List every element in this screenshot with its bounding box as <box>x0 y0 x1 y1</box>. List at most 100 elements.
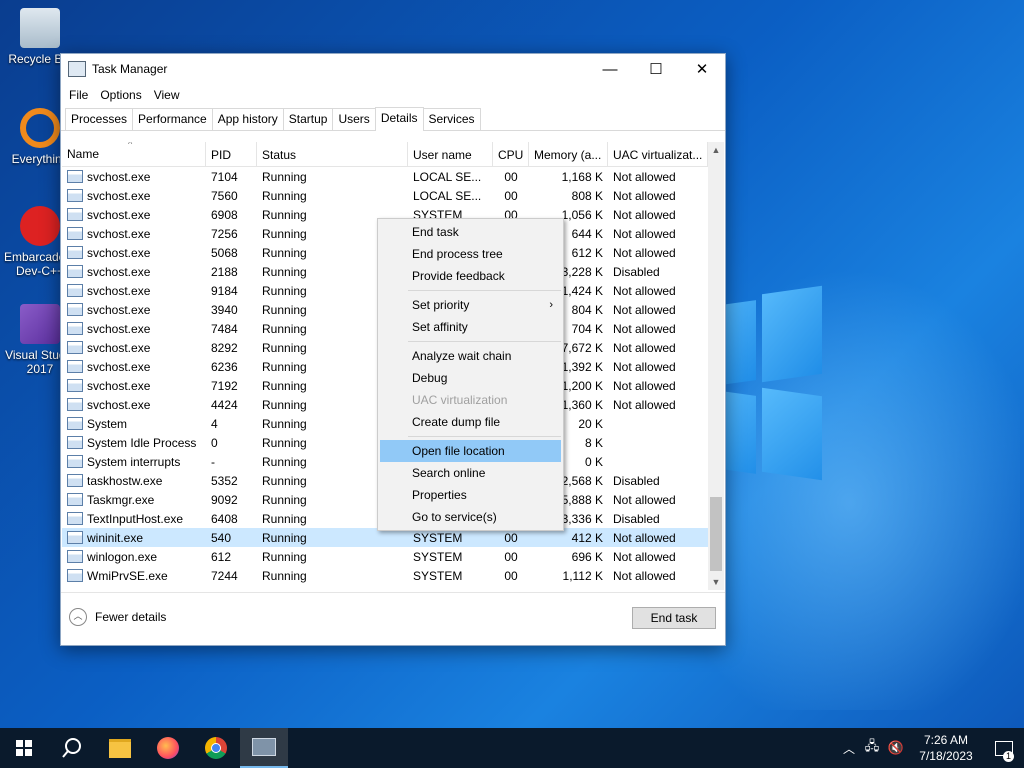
clock[interactable]: 7:26 AM 7/18/2023 <box>908 732 984 764</box>
context-menu-item[interactable]: Set affinity <box>378 316 563 338</box>
column-header-cpu[interactable]: CPU <box>493 142 529 166</box>
tab-performance[interactable]: Performance <box>132 108 213 130</box>
context-menu-item[interactable]: Create dump file <box>378 411 563 433</box>
tab-app-history[interactable]: App history <box>211 108 284 130</box>
context-menu-item[interactable]: Search online <box>378 462 563 484</box>
search-button[interactable] <box>48 728 96 768</box>
column-header-name[interactable]: Name ^ <box>62 142 206 166</box>
process-icon <box>67 569 83 582</box>
scrollbar-thumb[interactable] <box>710 497 722 571</box>
menu-separator <box>408 436 561 437</box>
taskbar-chrome[interactable] <box>192 728 240 768</box>
table-row[interactable]: WmiPrvSE.exe 7244 Running SYSTEM 00 1,112 K No… <box>62 566 723 585</box>
cell-name: WmiPrvSE.exe <box>62 569 206 583</box>
process-icon <box>67 246 83 259</box>
notification-count: 1 <box>1003 751 1014 762</box>
taskbar-file-explorer[interactable] <box>96 728 144 768</box>
cell-pid: 7560 <box>211 188 238 203</box>
context-menu-item[interactable]: Set priority › <box>378 294 563 316</box>
column-header-status[interactable]: Status <box>257 142 408 166</box>
cell-name: svchost.exe <box>62 208 206 222</box>
cell-cpu: 00 <box>504 568 518 583</box>
column-header-memory[interactable]: Memory (a... <box>529 142 608 166</box>
context-menu-item[interactable]: Analyze wait chain <box>378 345 563 367</box>
cell-user: LOCAL SE... <box>413 188 482 203</box>
process-icon <box>67 493 83 506</box>
scroll-up-icon[interactable]: ▲ <box>708 142 724 158</box>
table-row[interactable]: svchost.exe 7560 Running LOCAL SE... 00 808 K… <box>62 186 723 205</box>
context-menu-item[interactable]: Go to service(s) <box>378 506 563 528</box>
tab-services[interactable]: Services <box>422 108 481 130</box>
cell-pid: 2188 <box>211 264 238 279</box>
process-icon <box>67 170 83 183</box>
tab-startup[interactable]: Startup <box>282 108 334 130</box>
menu-view[interactable]: View <box>148 88 186 102</box>
menu-options[interactable]: Options <box>94 88 147 102</box>
close-button[interactable]: ✕ <box>679 54 725 84</box>
table-row[interactable]: svchost.exe 7104 Running LOCAL SE... 00 1,168… <box>62 167 723 186</box>
cell-name: wininit.exe <box>62 531 206 545</box>
context-menu-item[interactable]: Provide feedback <box>378 265 563 287</box>
cell-pid: 3940 <box>211 302 238 317</box>
cell-name: svchost.exe <box>62 360 206 374</box>
cell-name: svchost.exe <box>62 227 206 241</box>
cell-uac: Not allowed <box>613 359 676 374</box>
end-task-button[interactable]: End task <box>632 607 716 629</box>
context-menu-item[interactable]: End process tree <box>378 243 563 265</box>
context-menu: End task End process tree Provide feedback… <box>377 218 564 531</box>
cell-uac: Not allowed <box>613 492 676 507</box>
title-bar[interactable]: Task Manager — ☐ ✕ <box>61 54 725 84</box>
volume-muted-icon[interactable]: 🔇 <box>884 728 908 768</box>
fewer-details-button[interactable]: ︿ Fewer details <box>69 608 166 626</box>
minimize-button[interactable]: — <box>587 54 633 84</box>
cell-uac: Not allowed <box>613 530 676 545</box>
cell-uac: Not allowed <box>613 378 676 393</box>
cell-pid: 7192 <box>211 378 238 393</box>
cell-user: SYSTEM <box>413 549 463 564</box>
cell-user: SYSTEM <box>413 568 463 583</box>
menu-file[interactable]: File <box>63 88 94 102</box>
process-name: System interrupts <box>87 454 181 469</box>
maximize-button[interactable]: ☐ <box>633 54 679 84</box>
cell-name: System Idle Process <box>62 436 206 450</box>
cell-pid: 5068 <box>211 245 238 260</box>
process-name: svchost.exe <box>87 283 151 298</box>
cell-status: Running <box>262 568 307 583</box>
process-icon <box>67 474 83 487</box>
notification-center-button[interactable]: 1 <box>984 728 1024 768</box>
process-name: taskhostw.exe <box>87 473 163 488</box>
network-icon[interactable]: 🖧 <box>860 728 884 768</box>
tab-users[interactable]: Users <box>332 108 376 130</box>
clock-date: 7/18/2023 <box>919 749 973 763</box>
process-name: svchost.exe <box>87 245 151 260</box>
cell-status: Running <box>262 169 307 184</box>
process-icon <box>67 512 83 525</box>
process-icon <box>67 550 83 563</box>
context-menu-item[interactable]: End task <box>378 221 563 243</box>
tab-details[interactable]: Details <box>374 107 424 131</box>
taskbar-task-manager[interactable] <box>240 728 288 768</box>
context-menu-item[interactable]: Properties <box>378 484 563 506</box>
process-name: Taskmgr.exe <box>87 492 155 507</box>
table-header: Name ^ PID Status User name CPU Memory (a… <box>62 142 723 167</box>
context-menu-item[interactable]: Debug <box>378 367 563 389</box>
search-icon <box>62 738 81 758</box>
column-header-pid[interactable]: PID <box>206 142 257 166</box>
taskbar-firefox[interactable] <box>144 728 192 768</box>
context-menu-item[interactable]: Open file location <box>380 440 561 462</box>
cell-name: svchost.exe <box>62 284 206 298</box>
start-button[interactable] <box>0 728 48 768</box>
tab-processes[interactable]: Processes <box>65 108 134 130</box>
cell-name: svchost.exe <box>62 398 206 412</box>
column-header-uac[interactable]: UAC virtualizat... <box>608 142 708 166</box>
cell-name: svchost.exe <box>62 322 206 336</box>
show-hidden-icons-chevron-icon[interactable]: ︿ <box>838 728 860 768</box>
menu-item-label: Provide feedback <box>412 269 505 283</box>
cell-name: svchost.exe <box>62 189 206 203</box>
column-header-user[interactable]: User name <box>408 142 493 166</box>
folder-icon <box>109 738 131 758</box>
vertical-scrollbar[interactable]: ▲ ▼ <box>708 142 724 590</box>
menu-item-label: End process tree <box>412 247 503 261</box>
table-row[interactable]: winlogon.exe 612 Running SYSTEM 00 696 K Not a… <box>62 547 723 566</box>
scroll-down-icon[interactable]: ▼ <box>708 574 724 590</box>
